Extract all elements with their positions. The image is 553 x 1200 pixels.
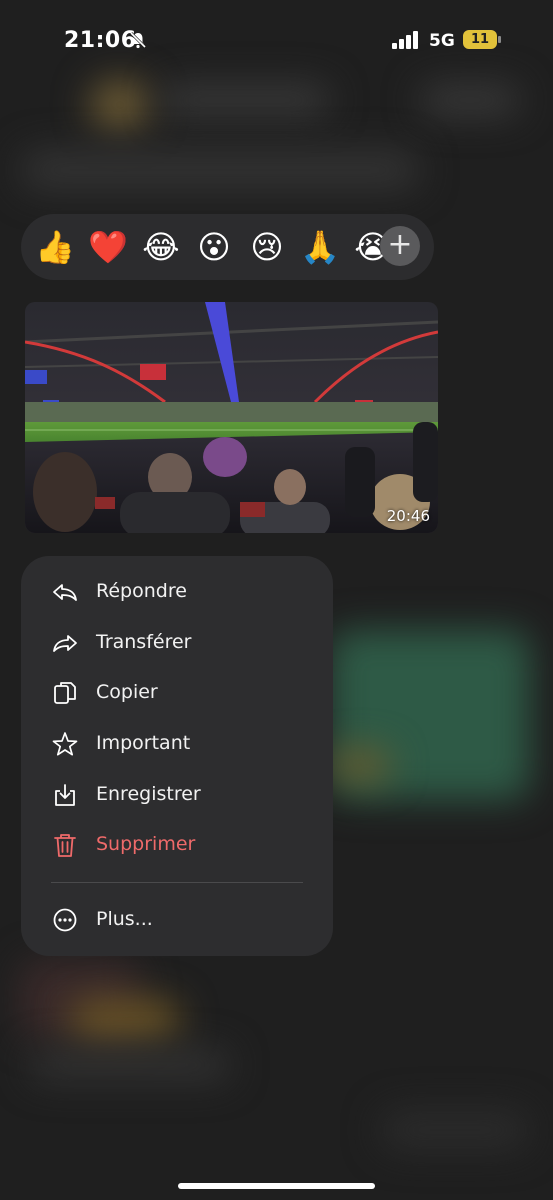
menu-item-label: Important (96, 732, 191, 754)
forward-icon (53, 635, 77, 652)
battery-indicator: 11 (463, 30, 501, 49)
stadium-image (25, 302, 438, 533)
trash-icon (54, 834, 76, 857)
status-bar: 21:06 5G 11 (0, 0, 553, 80)
reaction-pray[interactable]: 🙏 (300, 228, 340, 266)
home-indicator[interactable] (178, 1183, 375, 1189)
message-context-menu: Répondre Transférer Copier Important Enr… (21, 556, 333, 956)
reaction-bar: 👍 ❤️ 😂 😮 😢 🙏 😭 + (21, 214, 434, 280)
reaction-sad[interactable]: 😢 (247, 228, 287, 266)
download-icon (55, 784, 75, 806)
menu-item-label: Enregistrer (96, 783, 201, 805)
copy-icon (54, 682, 76, 704)
star-icon (52, 732, 78, 756)
video-duration: 20:46 (386, 507, 430, 525)
menu-item-label: Supprimer (96, 833, 196, 855)
more-reactions-button[interactable]: + (380, 226, 420, 266)
reaction-thumbs-up[interactable]: 👍 (35, 228, 75, 266)
menu-item-copy[interactable]: Copier (51, 673, 311, 713)
menu-item-delete[interactable]: Supprimer (51, 825, 311, 865)
menu-item-label: Copier (96, 681, 158, 703)
menu-item-forward[interactable]: Transférer (51, 623, 311, 663)
menu-item-label: Répondre (96, 580, 187, 602)
menu-item-label: Transférer (96, 631, 192, 653)
reaction-laughing[interactable]: 😂 (141, 228, 181, 266)
menu-item-save[interactable]: Enregistrer (51, 775, 311, 815)
menu-item-important[interactable]: Important (51, 724, 311, 764)
menu-item-label: Plus... (96, 908, 153, 930)
reaction-heart[interactable]: ❤️ (88, 228, 128, 266)
message-photo[interactable]: 20:46 (25, 302, 438, 533)
signal-strength-icon (392, 31, 418, 49)
menu-divider (51, 882, 303, 883)
network-type: 5G (429, 31, 455, 51)
reply-icon (53, 584, 77, 601)
silent-bell-icon (129, 31, 147, 49)
more-icon (53, 908, 77, 932)
menu-item-reply[interactable]: Répondre (51, 572, 311, 612)
plus-icon: + (387, 227, 413, 262)
menu-item-more[interactable]: Plus... (51, 900, 311, 940)
status-time: 21:06 (64, 28, 137, 53)
reaction-surprised[interactable]: 😮 (194, 228, 234, 266)
